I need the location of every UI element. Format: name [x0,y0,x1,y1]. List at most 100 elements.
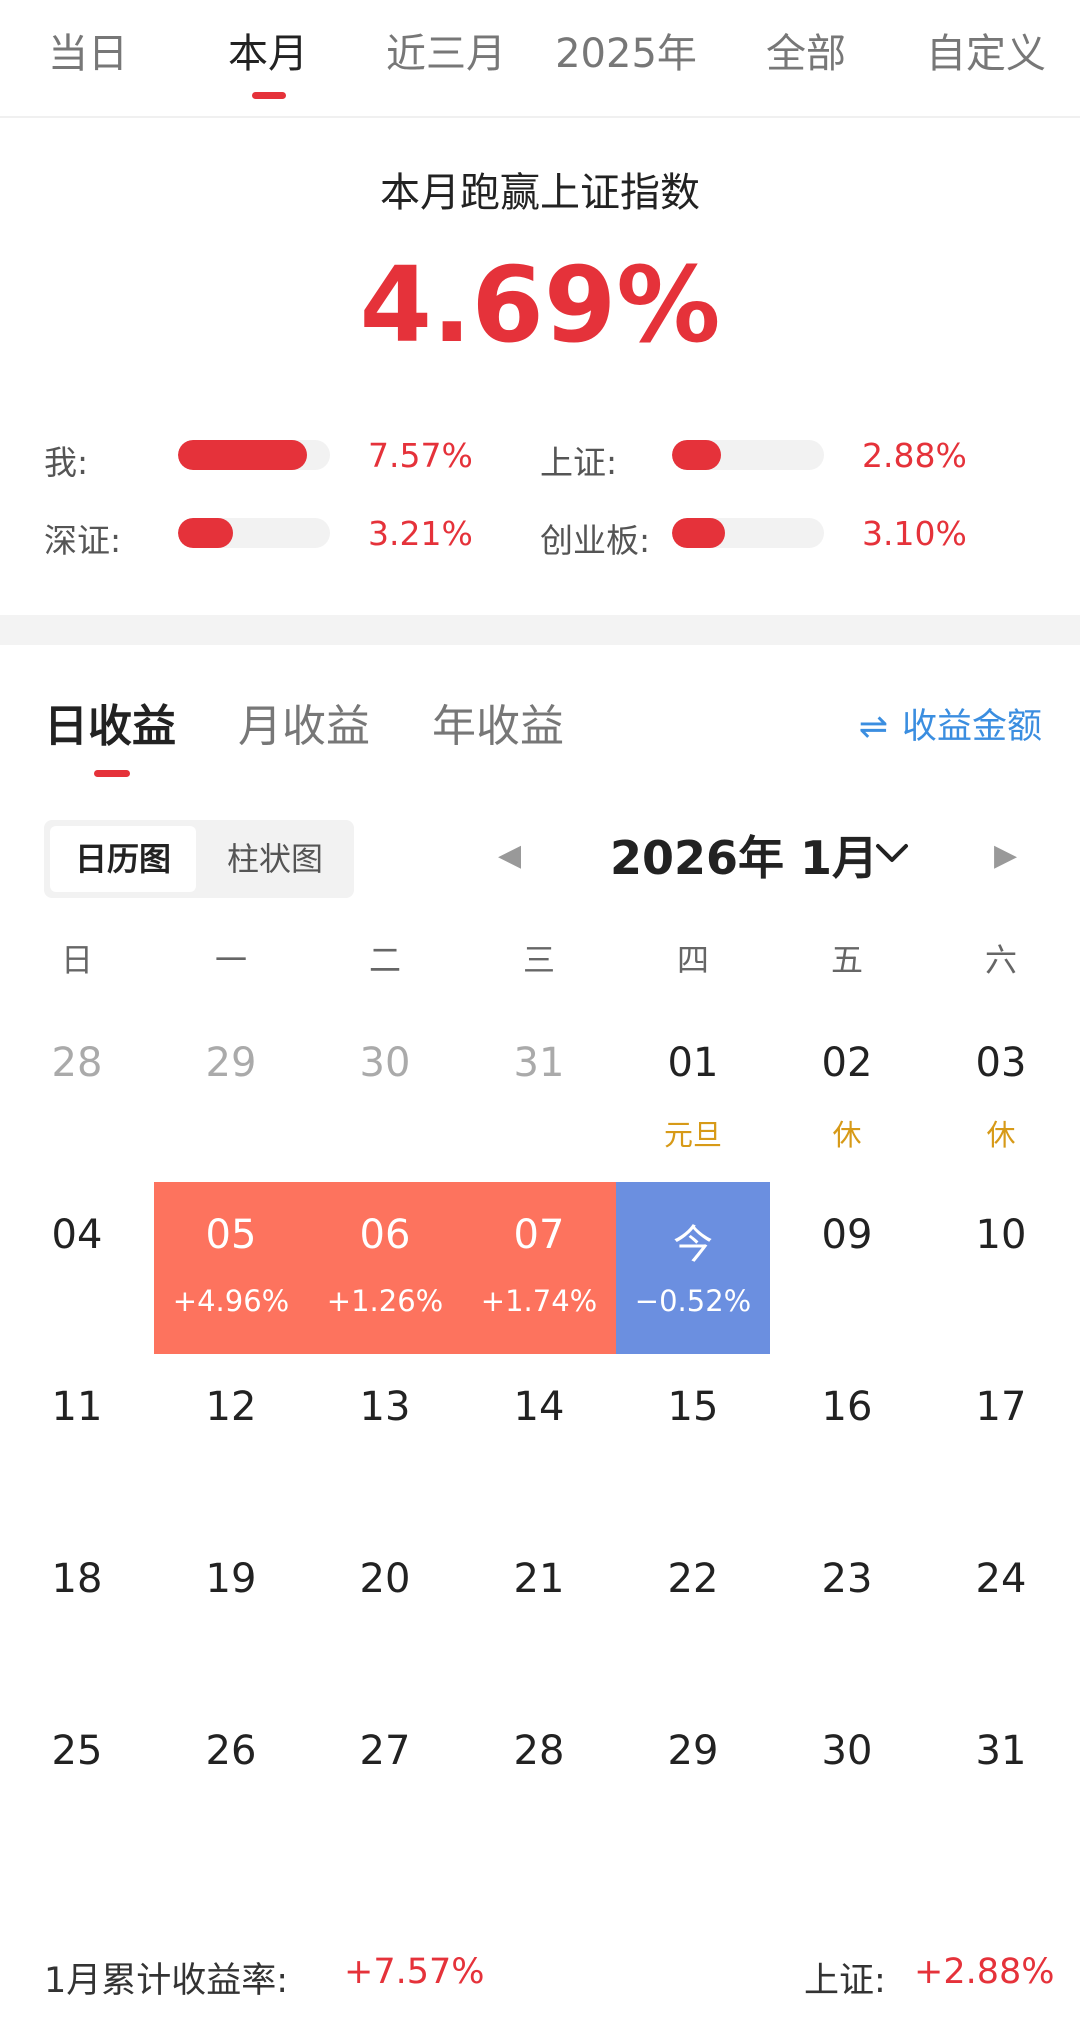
calendar-day-cell[interactable]: 29 [616,1698,770,1870]
holiday-tag: 休 [832,1118,862,1152]
tab-this-month[interactable]: 本月 [178,24,358,84]
tab-year-2025[interactable]: 2025年 [536,24,716,84]
day-number: 09 [821,1212,873,1258]
calendar-day-cell[interactable]: 13 [308,1354,462,1526]
tab-daily-profit[interactable]: 日收益 [44,690,176,754]
calendar-day-cell[interactable]: 23 [770,1526,924,1698]
day-number: 13 [359,1384,411,1430]
calendar-day-cell[interactable]: 28 [0,1010,154,1182]
day-number: 31 [975,1728,1027,1774]
calendar-day-cell[interactable]: 18 [0,1526,154,1698]
compare-bar-fill [672,518,726,548]
tab-last-three-months[interactable]: 近三月 [356,24,536,84]
weekday-label: 一 [214,941,247,979]
calendar-day-cell[interactable]: 28 [462,1698,616,1870]
calendar-day-cell[interactable]: 19 [154,1526,308,1698]
day-number: 29 [667,1728,719,1774]
calendar-day-cell[interactable]: 04 [0,1182,154,1354]
calendar-day-cell[interactable]: 31 [462,1010,616,1182]
day-number: 17 [975,1384,1027,1430]
calendar-day-cell[interactable]: 10 [924,1182,1078,1354]
weekday-label: 日 [60,941,93,979]
compare-pct-chinext: 3.10% [862,514,967,553]
compare-label-sse: 上证: [540,443,618,482]
calendar-day-cell[interactable]: 20 [308,1526,462,1698]
outperform-value: 4.69% [359,244,721,366]
calendar-day-cell[interactable]: 15 [616,1354,770,1526]
calendar-day-cell[interactable]: 11 [0,1354,154,1526]
calendar-day-cell[interactable]: 05 +4.96% [154,1182,308,1354]
chevron-down-icon[interactable] [874,836,910,872]
calendar-day-cell[interactable]: 17 [924,1354,1078,1526]
day-number: 14 [513,1384,565,1430]
calendar-day-cell[interactable]: 01 元旦 [616,1010,770,1182]
day-number: 15 [667,1384,719,1430]
compare-bar-chinext [672,518,824,548]
active-tab-indicator [252,92,286,99]
day-number: 16 [821,1384,873,1430]
day-number: 03 [975,1040,1027,1086]
profit-amount-toggle[interactable]: ⇌ 收益金额 [859,698,1042,749]
holiday-tag: 元旦 [663,1118,722,1152]
next-month-icon[interactable]: ▶ [994,838,1017,873]
calendar-day-cell[interactable]: 03 休 [924,1010,1078,1182]
outperform-title: 本月跑赢上证指数 [380,170,700,216]
tab-all[interactable]: 全部 [716,24,896,84]
day-number: 25 [51,1728,103,1774]
month-title[interactable]: 2026年 1月 [610,822,878,888]
compare-bar-fill [178,440,308,470]
calendar-view-button[interactable]: 日历图 [50,826,196,892]
calendar-day-cell[interactable]: 25 [0,1698,154,1870]
day-number: 28 [513,1728,565,1774]
day-number: 20 [359,1556,411,1602]
calendar-day-cell[interactable]: 30 [770,1698,924,1870]
day-return: +4.96% [172,1284,290,1318]
calendar-day-cell[interactable]: 07 +1.74% [462,1182,616,1354]
tab-yearly-profit[interactable]: 年收益 [432,690,564,754]
calendar-day-cell[interactable]: 09 [770,1182,924,1354]
day-number: 23 [821,1556,873,1602]
day-number: 04 [51,1212,103,1258]
weekday-label: 四 [676,941,709,979]
calendar-day-cell[interactable]: 24 [924,1526,1078,1698]
day-number: 11 [51,1384,103,1430]
calendar-day-cell[interactable]: 02 休 [770,1010,924,1182]
tab-monthly-profit[interactable]: 月收益 [238,690,370,754]
calendar-day-cell[interactable]: 14 [462,1354,616,1526]
calendar-day-cell[interactable]: 06 +1.26% [308,1182,462,1354]
day-number: 18 [51,1556,103,1602]
calendar-day-cell[interactable]: 29 [154,1010,308,1182]
day-number: 01 [667,1040,719,1086]
calendar-day-cell[interactable]: 27 [308,1698,462,1870]
calendar-day-cell[interactable]: 21 [462,1526,616,1698]
prev-month-icon[interactable]: ◀ [498,838,521,873]
bar-view-button[interactable]: 柱状图 [202,826,348,892]
calendar-day-cell[interactable]: 31 [924,1698,1078,1870]
day-number: 今 [673,1222,713,1268]
day-return: +1.26% [326,1284,444,1318]
index-return-value: +2.88% [914,1952,1055,1992]
tab-today[interactable]: 当日 [0,24,178,84]
compare-bar-szse [178,518,330,548]
calendar-day-cell[interactable]: 22 [616,1526,770,1698]
compare-label-chinext: 创业板: [540,521,651,560]
calendar-day-cell[interactable]: 26 [154,1698,308,1870]
weekday-label: 二 [368,941,401,979]
day-number: 29 [205,1040,257,1086]
swap-icon: ⇌ [858,707,888,747]
compare-label-szse: 深证: [44,521,122,560]
day-number: 21 [513,1556,565,1602]
compare-bar-fill [178,518,233,548]
calendar-day-cell[interactable]: 16 [770,1354,924,1526]
compare-pct-szse: 3.21% [368,514,473,553]
day-number: 02 [821,1040,873,1086]
calendar-day-cell[interactable]: 30 [308,1010,462,1182]
tab-custom[interactable]: 自定义 [896,24,1076,84]
day-number: 22 [667,1556,719,1602]
day-number: 26 [205,1728,257,1774]
weekday-label: 三 [522,941,555,979]
compare-bar-me [178,440,330,470]
index-return-label: 上证: [804,1961,886,2001]
calendar-day-cell[interactable]: 12 [154,1354,308,1526]
calendar-day-cell[interactable]: 今 −0.52% [616,1182,770,1354]
